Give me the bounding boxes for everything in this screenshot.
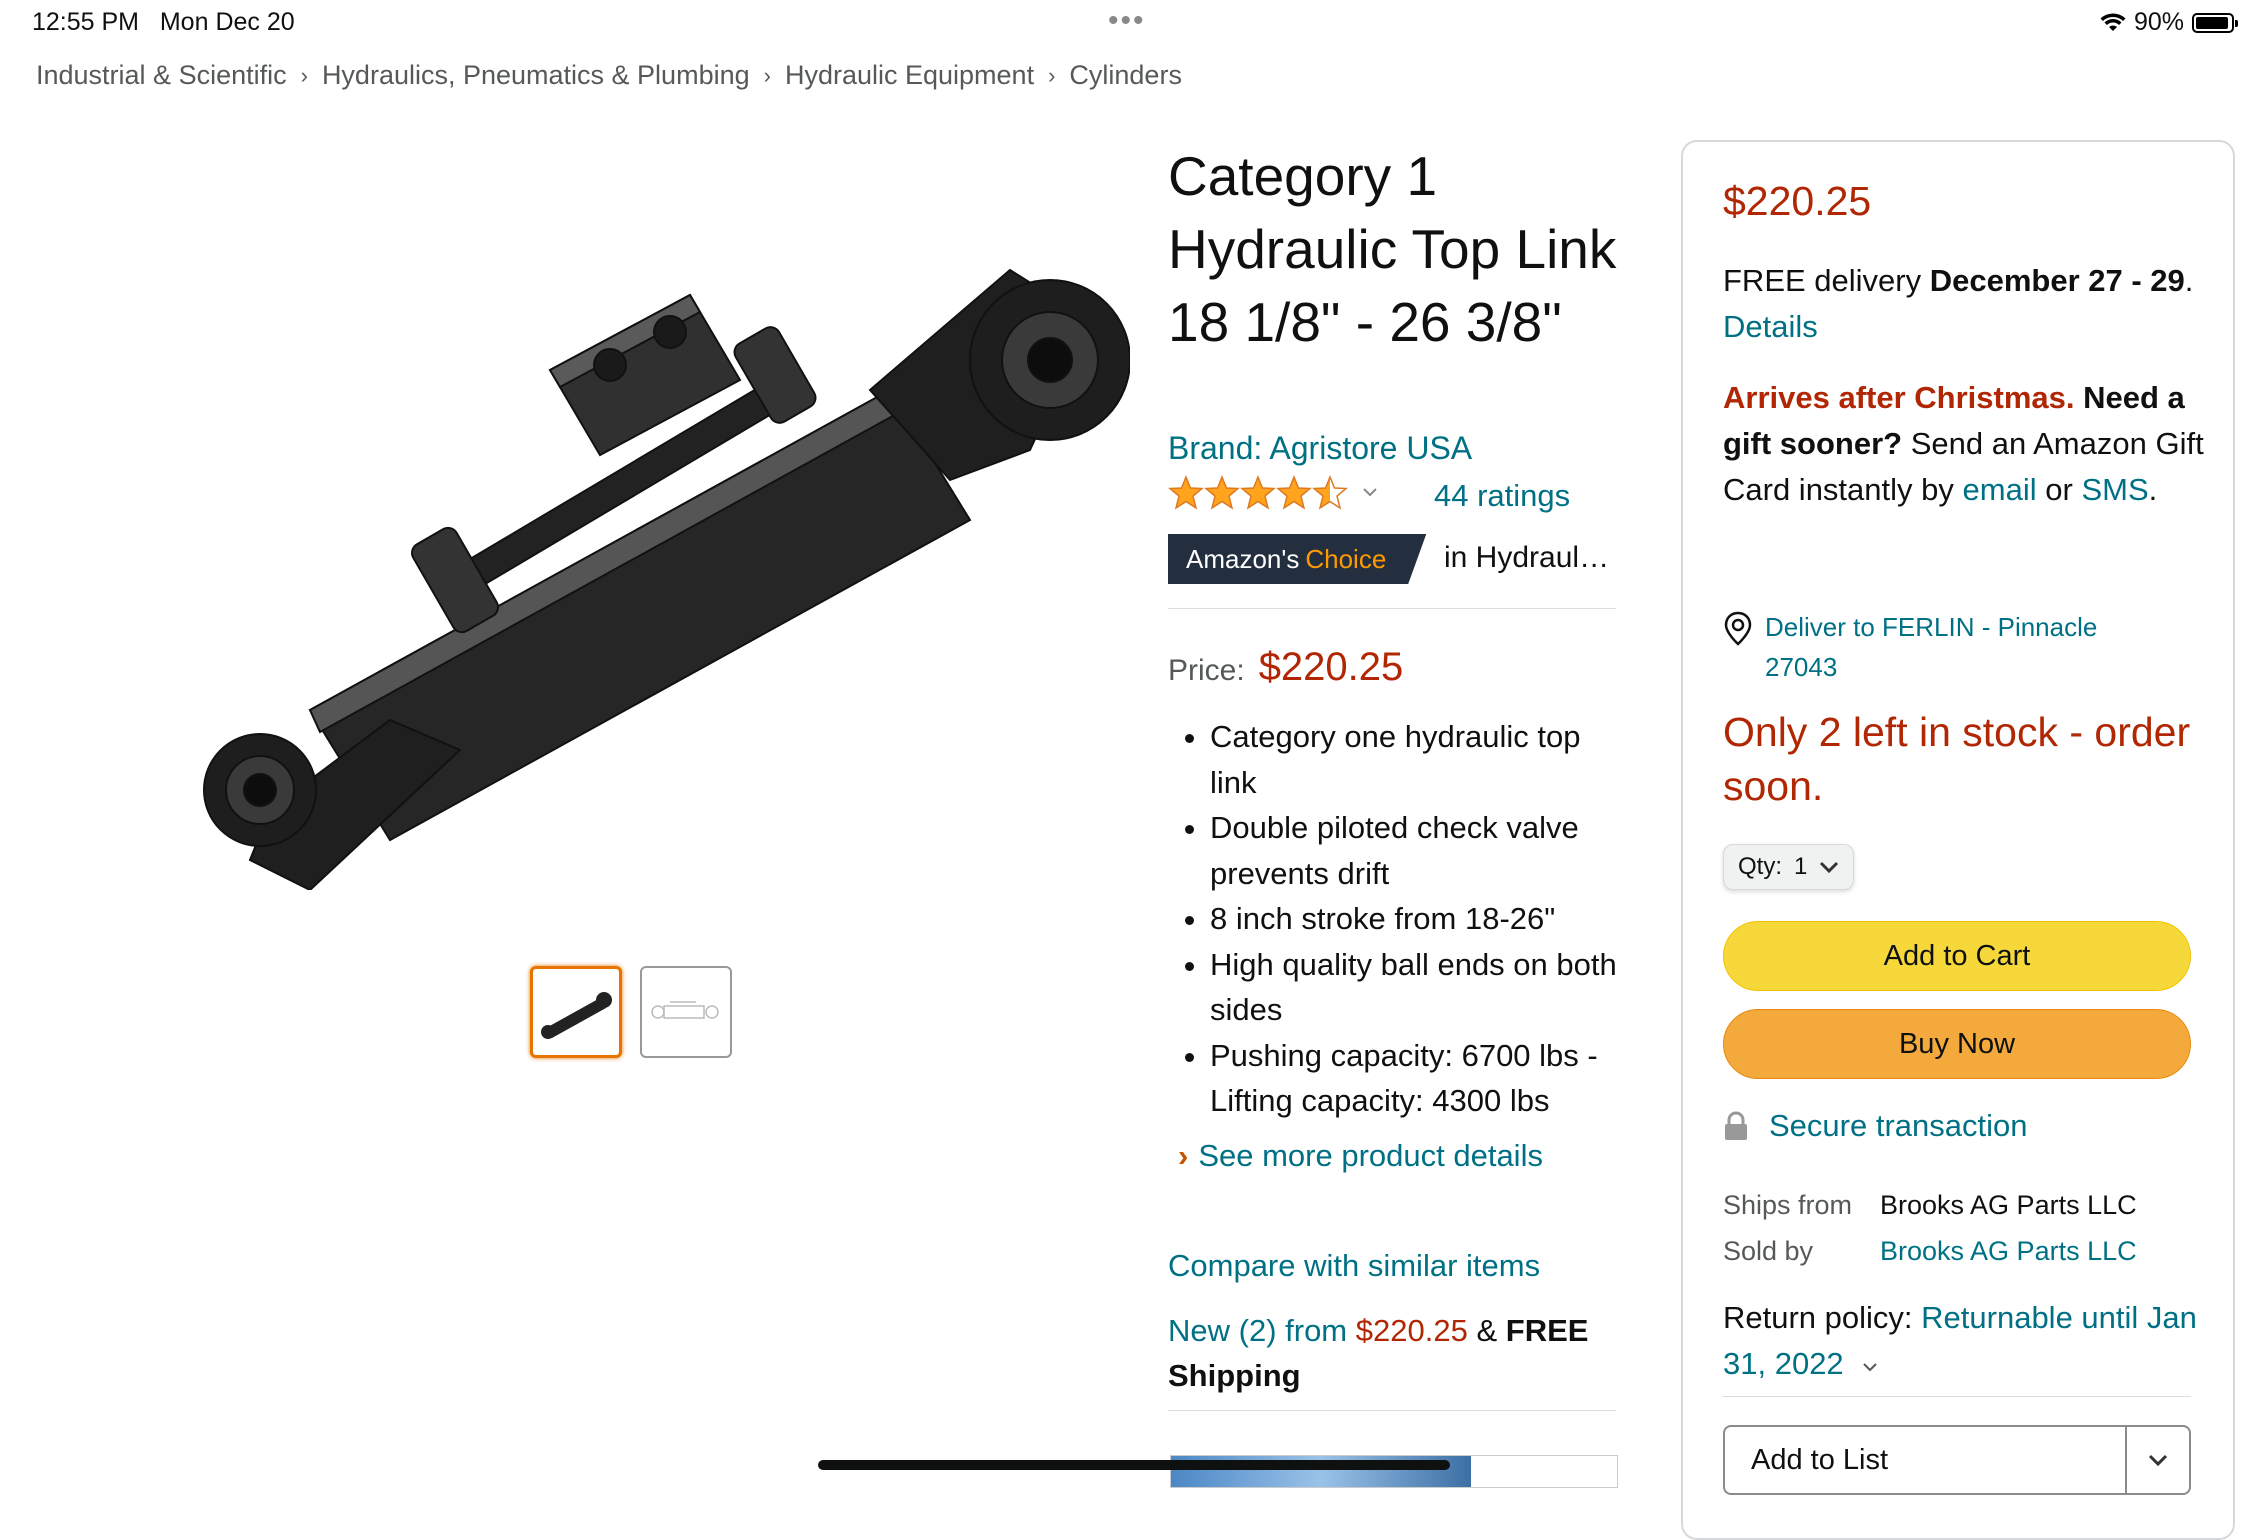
seller-info: Ships from Brooks AG Parts LLC Sold by Bro… xyxy=(1723,1182,2137,1274)
product-title: Category 1 Hydraulic Top Link 18 1/8" - … xyxy=(1168,145,1617,353)
feature-bullet: Double piloted check valve prevents drif… xyxy=(1210,805,1628,896)
location-pin-icon xyxy=(1724,611,1752,646)
ships-from-label: Ships from xyxy=(1723,1190,1853,1220)
breadcrumb-separator: › xyxy=(1048,62,1056,88)
feature-bullet: High quality ball ends on both sides xyxy=(1210,942,1628,1033)
new-offers-price: $220.25 xyxy=(1355,1313,1468,1348)
secure-transaction-link: Secure transaction xyxy=(1769,1108,2028,1143)
delivery-info: FREE delivery December 27 - 29. Details xyxy=(1723,258,2203,350)
divider xyxy=(1168,608,1616,609)
price-row: Price: $220.25 xyxy=(1168,645,1403,690)
secure-transaction[interactable]: Secure transaction xyxy=(1723,1108,2027,1144)
badge-highlight: Choice xyxy=(1305,543,1387,574)
breadcrumb-item-industrial[interactable]: Industrial & Scientific xyxy=(36,60,287,91)
breadcrumb-item-equipment[interactable]: Hydraulic Equipment xyxy=(785,60,1034,91)
deliver-to-location[interactable]: Deliver to FERLIN - Pinnacle 27043 xyxy=(1723,607,2145,687)
chevron-down-icon[interactable] xyxy=(1860,1360,1880,1374)
divider xyxy=(1723,1396,2191,1397)
price-label: Price: xyxy=(1168,654,1245,687)
thumbnail-diagram-icon xyxy=(651,1001,719,1019)
buybox-price: $220.25 xyxy=(1723,178,1872,224)
new-offers-amp: & xyxy=(1476,1313,1498,1348)
status-bar-time: 12:55 PM Mon Dec 20 xyxy=(32,8,295,37)
gift-sms-link[interactable]: SMS xyxy=(2081,472,2148,507)
multitasking-dots[interactable]: ••• xyxy=(1108,4,1146,38)
qty-value: 1 xyxy=(1794,853,1808,880)
price-value: $220.25 xyxy=(1258,645,1404,689)
stock-status: Only 2 left in stock - order soon. xyxy=(1723,709,2191,809)
chevron-right-icon: › xyxy=(1178,1138,1189,1173)
quantity-select[interactable]: Qty: 1 xyxy=(1723,844,1855,890)
choice-category-link[interactable]: in Hydraulic Cylinders xyxy=(1444,541,1614,575)
new-offers-link[interactable]: New (2) from xyxy=(1168,1313,1347,1348)
breadcrumb-separator: › xyxy=(300,62,308,88)
gift-period: . xyxy=(2148,472,2158,507)
compare-similar-link[interactable]: Compare with similar items xyxy=(1168,1248,1540,1284)
sold-by-link[interactable]: Brooks AG Parts LLC xyxy=(1880,1236,2137,1266)
brand-link[interactable]: Brand: Agristore USA xyxy=(1168,430,1472,467)
feature-bullet: 8 inch stroke from 18-26" xyxy=(1210,896,1628,942)
feature-bullet: Category one hydraulic top link xyxy=(1210,714,1628,805)
ships-from-value: Brooks AG Parts LLC xyxy=(1880,1190,2137,1220)
lock-icon xyxy=(1725,1111,1747,1140)
battery-percent: 90% xyxy=(2133,8,2184,36)
delivery-details-link[interactable]: Details xyxy=(1723,309,1818,344)
return-policy-label: Return policy: xyxy=(1723,1300,1913,1335)
return-policy: Return policy: Returnable until Jan 31, … xyxy=(1723,1295,2203,1387)
clock-time: 12:55 PM xyxy=(32,8,140,36)
ratings-count-link[interactable]: 44 ratings xyxy=(1434,478,1570,514)
breadcrumb-item-cylinders[interactable]: Cylinders xyxy=(1069,60,1182,91)
breadcrumb-item-hydraulics[interactable]: Hydraulics, Pneumatics & Plumbing xyxy=(322,60,750,91)
product-main-image[interactable] xyxy=(130,150,1130,890)
thumbnail-image-1[interactable] xyxy=(530,966,622,1058)
add-to-list-control: Add to List xyxy=(1723,1425,2191,1495)
breadcrumb: Industrial & Scientific › Hydraulics, Pn… xyxy=(36,60,1182,91)
see-more-details-link[interactable]: › See more product details xyxy=(1178,1138,1543,1174)
qty-label: Qty: xyxy=(1738,853,1783,880)
christmas-alert: Arrives after Christmas. xyxy=(1723,380,2075,415)
divider xyxy=(1168,1410,1616,1411)
clock-date: Mon Dec 20 xyxy=(159,8,295,36)
add-to-list-dropdown[interactable] xyxy=(2125,1427,2189,1493)
wifi-icon xyxy=(2100,12,2126,31)
thumbnail-image-2[interactable] xyxy=(640,966,732,1058)
buy-now-button[interactable]: Buy Now xyxy=(1723,1009,2191,1079)
breadcrumb-separator: › xyxy=(763,62,771,88)
feature-bullets: Category one hydraulic top link Double p… xyxy=(1168,714,1628,1124)
battery-icon xyxy=(2192,12,2238,33)
gift-message: Arrives after Christmas. Need a gift soo… xyxy=(1723,375,2213,513)
delivery-period: . xyxy=(2184,263,2194,298)
new-offers: New (2) from $220.25 & FREE Shipping xyxy=(1168,1308,1638,1398)
deliver-to-label: Deliver to FERLIN - Pinnacle 27043 xyxy=(1765,612,2098,682)
sold-by-label: Sold by xyxy=(1723,1236,1814,1266)
feature-bullet: Pushing capacity: 6700 lbs - Lifting cap… xyxy=(1210,1033,1628,1124)
delivery-dates: December 27 - 29 xyxy=(1929,263,2185,298)
star-rating[interactable] xyxy=(1168,475,1388,511)
thumbnail-top-link-icon xyxy=(541,992,612,1039)
gift-email-link[interactable]: email xyxy=(1963,472,2037,507)
home-indicator[interactable] xyxy=(818,1460,1450,1470)
badge-prefix: Amazon's xyxy=(1186,543,1300,574)
star-rating-icon xyxy=(1169,476,1377,509)
gift-or: or xyxy=(2045,472,2073,507)
delivery-prefix: FREE delivery xyxy=(1723,263,1922,298)
status-bar-right: 90% xyxy=(2100,8,2238,37)
chevron-down-icon xyxy=(2148,1454,2168,1467)
see-more-label: See more product details xyxy=(1198,1138,1543,1173)
add-to-cart-button[interactable]: Add to Cart xyxy=(1723,921,2191,991)
amazons-choice-badge: Amazon's Choice xyxy=(1168,534,1427,584)
chevron-down-icon xyxy=(1820,861,1839,874)
add-to-list-button[interactable]: Add to List xyxy=(1725,1427,2125,1493)
